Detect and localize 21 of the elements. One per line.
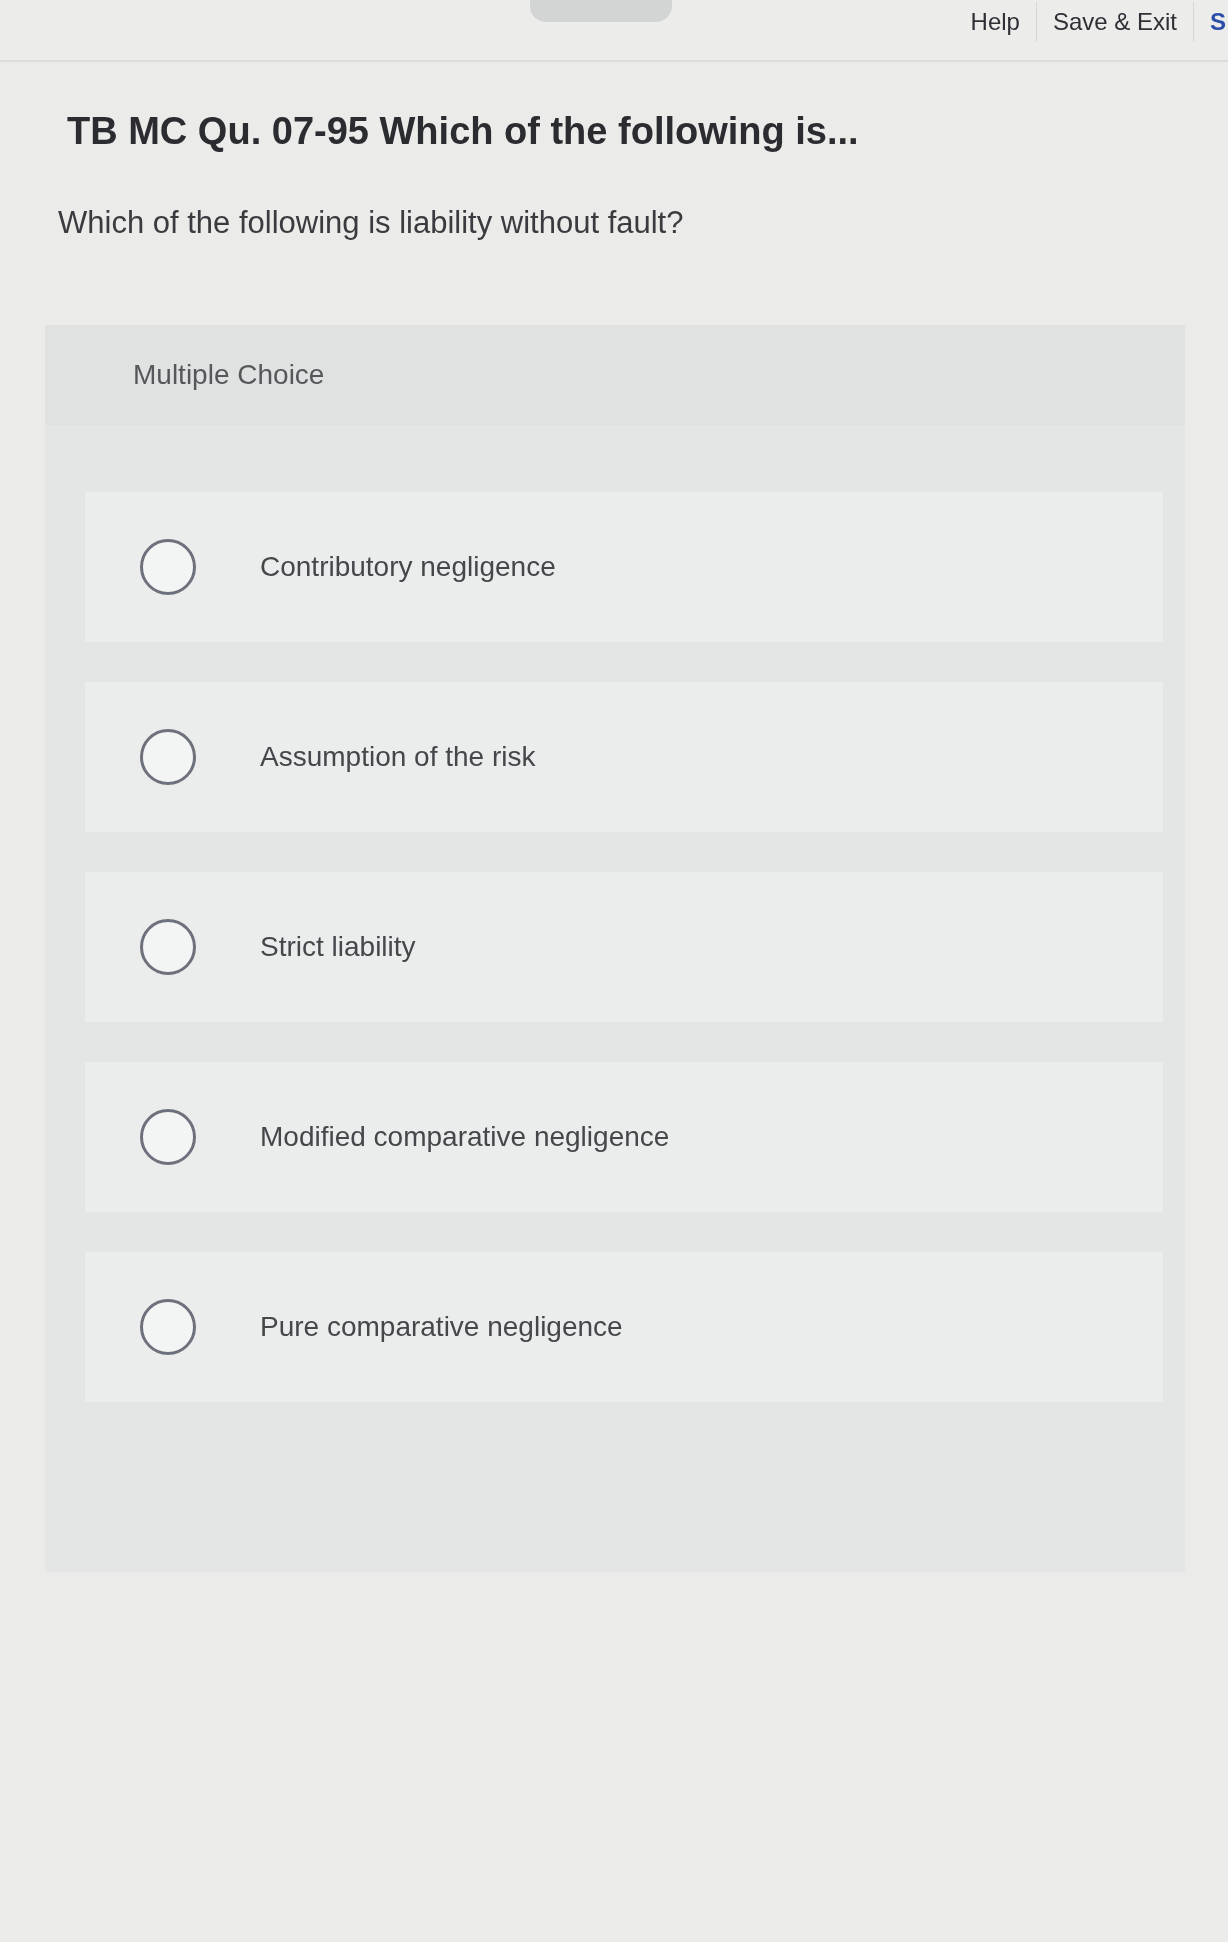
answer-option[interactable]: Contributory negligence — [85, 492, 1163, 642]
nav-link[interactable]: Help — [954, 8, 1036, 36]
nav-link[interactable]: S — [1194, 8, 1228, 36]
question-text: Which of the following is liability without fault? — [58, 205, 685, 241]
question-type-label: Multiple Choice — [133, 359, 325, 391]
question-title: TB MC Qu. 07-95 Which of the following is... — [67, 110, 860, 153]
radio-button[interactable] — [140, 729, 196, 785]
nav-link[interactable]: Save & Exit — [1036, 8, 1193, 36]
answer-option[interactable]: Modified comparative negligence — [85, 1062, 1163, 1212]
option-label: Modified comparative negligence — [260, 1121, 670, 1153]
radio-button[interactable] — [140, 1299, 196, 1355]
radio-button[interactable] — [140, 919, 196, 975]
answer-option[interactable]: Assumption of the risk — [85, 682, 1163, 832]
answer-option[interactable]: Pure comparative negligence — [85, 1252, 1163, 1402]
radio-button[interactable] — [140, 1109, 196, 1165]
answer-option[interactable]: Strict liability — [85, 872, 1163, 1022]
option-label: Pure comparative negligence — [260, 1311, 623, 1343]
option-label: Contributory negligence — [260, 551, 556, 583]
radio-button[interactable] — [140, 539, 196, 595]
option-label: Strict liability — [260, 931, 416, 963]
option-label: Assumption of the risk — [260, 741, 536, 773]
